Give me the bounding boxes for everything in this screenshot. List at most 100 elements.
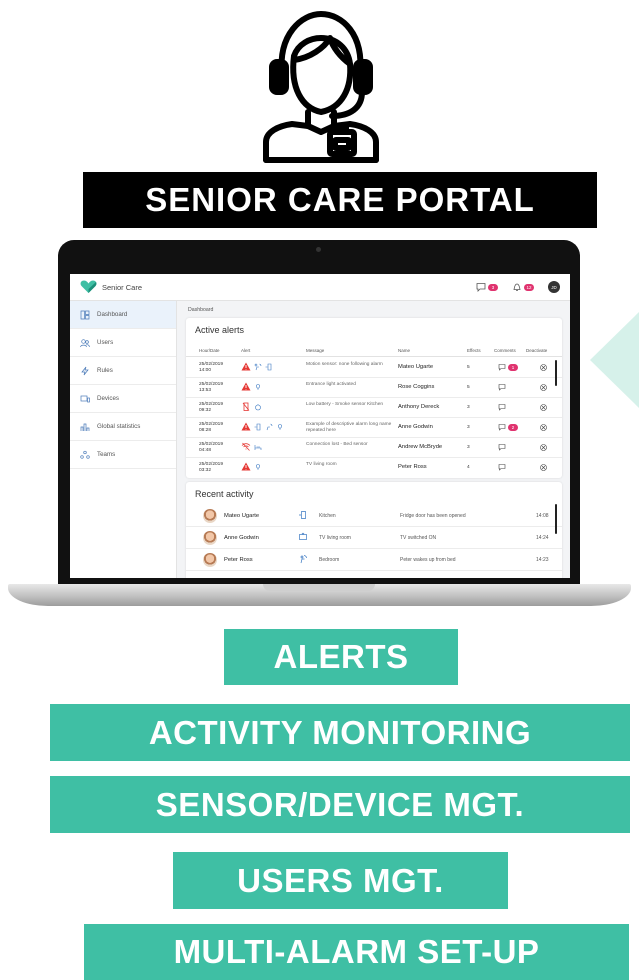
comments-button[interactable]	[498, 463, 506, 471]
avatar	[203, 531, 217, 545]
user-avatar[interactable]: JD	[548, 281, 560, 293]
breadcrumb[interactable]: Dashboard	[188, 307, 213, 313]
messages-badge: 3	[488, 283, 498, 291]
list-item[interactable]: Peter Ross Bedroom Peter wakes up from b…	[186, 549, 562, 571]
light-bulb-icon	[256, 463, 260, 469]
activity-time: 14:24	[536, 535, 549, 541]
deactivate-icon[interactable]	[540, 404, 547, 411]
deactivate-icon[interactable]	[540, 444, 547, 451]
alert-name[interactable]: Anthony Dereck	[398, 404, 439, 411]
sidebar-item-teams[interactable]: Teams	[70, 441, 176, 469]
alert-time: 13:53	[199, 387, 212, 393]
activity-name: Peter Ross	[224, 557, 253, 563]
col-header[interactable]: Message	[306, 348, 324, 353]
users-icon	[80, 338, 90, 347]
table-row[interactable]: 25/02/2019 08:28 Example of descriptive a…	[186, 418, 562, 438]
deactivate-icon[interactable]	[540, 384, 547, 391]
alarm-bell-icon	[513, 283, 521, 291]
active-alerts-title: Active alerts	[195, 325, 245, 335]
feature-multi-alarm-setup: MULTI-ALARM SET-UP	[84, 924, 629, 980]
smoke-sensor-icon	[255, 403, 261, 410]
chat-bubble-icon	[498, 404, 506, 411]
activity-name: Mateo Ugarte	[224, 513, 260, 519]
alert-name[interactable]: Anne Godwin	[398, 424, 433, 431]
alerts-scrollbar[interactable]	[555, 360, 557, 386]
activity-room: TV living room	[319, 535, 351, 541]
activity-description: Fridge door has been opened	[400, 513, 466, 519]
feature-alerts: ALERTS	[224, 629, 458, 685]
col-header[interactable]: Comments	[494, 348, 516, 353]
alert-name[interactable]: Rose Coggins	[398, 384, 434, 391]
alert-name[interactable]: Andrew McBryde	[398, 444, 442, 451]
warning-triangle-icon	[241, 362, 251, 371]
app-screen: Senior Care 3 12 JD Dashboard Users Rule…	[70, 274, 570, 578]
warning-triangle-icon	[241, 382, 251, 391]
comments-button[interactable]: 2	[498, 423, 518, 431]
rules-icon	[81, 366, 89, 375]
comments-button[interactable]	[498, 403, 506, 411]
connection-lost-icon	[241, 442, 251, 451]
sidebar-item-label: Global statistics	[97, 423, 141, 430]
laptop-base	[8, 584, 631, 606]
sidebar-item-label: Rules	[97, 367, 113, 374]
alert-name[interactable]: Mateo Ugarte	[398, 364, 433, 371]
table-row[interactable]: 25/02/2019 14:00 Motion sensor: none foll…	[186, 358, 562, 378]
warning-triangle-icon	[241, 422, 251, 431]
devices-icon	[80, 395, 90, 402]
chat-bubble-icon	[498, 424, 506, 431]
title-banner: SENIOR CARE PORTAL	[83, 172, 597, 228]
alerts-table-header: Hour/Date Alert Message Name Effects Com…	[186, 345, 562, 357]
list-item[interactable]: Anne Godwin TV living room TV switched O…	[186, 527, 562, 549]
table-row[interactable]: 25/02/2019 09:32 Low battery - Smoke sens…	[186, 398, 562, 418]
comments-button[interactable]	[498, 383, 506, 391]
light-bulb-icon	[278, 423, 282, 429]
comments-button[interactable]: 1	[498, 363, 518, 371]
col-header[interactable]: Alert	[241, 348, 250, 353]
col-header[interactable]: Hour/Date	[199, 348, 220, 353]
alert-effects: 3	[467, 425, 470, 430]
bed-sensor-icon	[254, 444, 262, 450]
door-sensor-icon	[299, 511, 306, 519]
app-name: Senior Care	[102, 282, 143, 292]
alert-time: 09:32	[199, 407, 212, 413]
alert-message: Low battery - Smoke sensor Kitchen	[306, 402, 384, 407]
alert-message: Connection lost - Bed sensor	[306, 442, 368, 447]
sidebar-item-label: Dashboard	[97, 311, 128, 318]
list-item[interactable]: Mateo Ugarte Kitchen Fridge door has bee…	[186, 505, 562, 527]
col-header[interactable]: Deactivate	[526, 348, 547, 353]
alarms-button[interactable]: 12	[512, 282, 534, 292]
deactivate-icon[interactable]	[540, 464, 547, 471]
avatar	[203, 553, 217, 567]
sidebar-item-devices[interactable]: Devices	[70, 385, 176, 413]
sidebar-item-label: Users	[97, 339, 114, 346]
col-header[interactable]: Name	[398, 348, 410, 353]
deactivate-icon[interactable]	[540, 424, 547, 431]
sidebar-item-dashboard[interactable]: Dashboard	[70, 301, 176, 329]
alert-message: Motion sensor: none following alarm	[306, 362, 383, 367]
table-row[interactable]: 25/02/2019 13:53 Entrance light activated…	[186, 378, 562, 398]
chat-bubble-icon	[498, 464, 506, 471]
table-row[interactable]: 25/02/2019 03:32 TV living room Peter Ros…	[186, 458, 562, 478]
deactivate-icon[interactable]	[540, 364, 547, 371]
alert-message: Entrance light activated	[306, 382, 356, 387]
low-battery-icon	[242, 402, 250, 411]
alert-name[interactable]: Peter Ross	[398, 464, 427, 471]
activity-scrollbar[interactable]	[555, 504, 557, 534]
alert-message: TV living room	[306, 462, 337, 467]
activity-description: TV switched ON	[400, 535, 437, 541]
col-header[interactable]: Effects	[467, 348, 481, 353]
alert-time: 08:28	[199, 427, 212, 433]
motion-sensor-icon	[266, 423, 273, 430]
alarms-badge: 12	[524, 283, 534, 291]
sidebar-item-rules[interactable]: Rules	[70, 357, 176, 385]
alert-effects: 5	[467, 365, 470, 370]
sidebar-item-users[interactable]: Users	[70, 329, 176, 357]
comments-button[interactable]	[498, 443, 506, 451]
alert-time: 03:32	[199, 467, 212, 473]
alert-time: 14:00	[199, 367, 212, 373]
sidebar-item-global-statistics[interactable]: Global statistics	[70, 413, 176, 441]
messages-button[interactable]: 3	[476, 282, 498, 292]
table-row[interactable]: 25/02/2019 04:48 Connection lost - Bed se…	[186, 438, 562, 458]
chat-bubble-icon	[498, 364, 506, 371]
camera-dot	[316, 247, 321, 252]
